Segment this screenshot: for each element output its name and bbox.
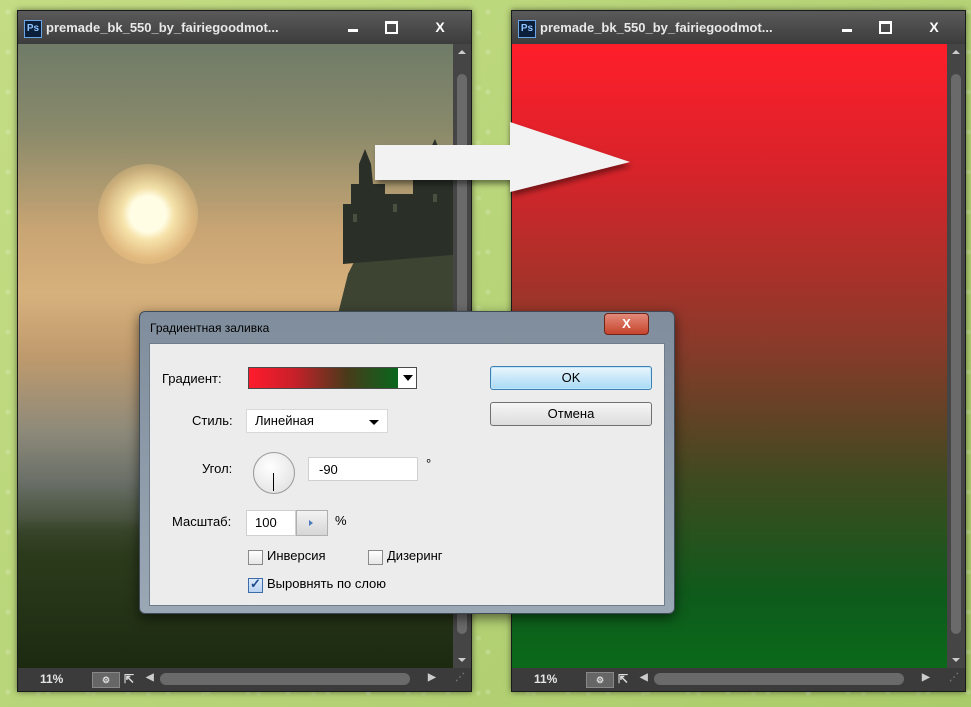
minimize-button[interactable] — [833, 17, 861, 37]
scroll-left-icon[interactable]: ◀ — [640, 672, 648, 683]
align-with-layer-label[interactable]: Выровнять по слою — [267, 576, 386, 591]
reverse-label[interactable]: Инверсия — [267, 548, 326, 563]
status-bar: 11% ⚙ ⇱ ◀ ▶ ⋰ — [18, 668, 471, 691]
angle-dial[interactable] — [253, 452, 295, 494]
cancel-button[interactable]: Отмена — [490, 402, 652, 426]
zoom-level[interactable]: 11% — [534, 672, 557, 686]
scroll-right-icon[interactable]: ▶ — [428, 672, 436, 683]
scale-input[interactable]: 100 — [246, 510, 296, 536]
percent-unit: % — [335, 513, 347, 528]
scroll-right-icon[interactable]: ▶ — [922, 672, 930, 683]
arrow-right-icon — [375, 122, 630, 192]
export-icon[interactable]: ⇱ — [124, 672, 138, 686]
vertical-scrollbar[interactable] — [947, 44, 965, 668]
angle-label: Угол: — [202, 461, 233, 476]
close-button[interactable]: X — [911, 17, 957, 37]
close-button[interactable]: X — [417, 17, 463, 37]
scroll-down-icon[interactable] — [952, 658, 960, 662]
gradient-fill-dialog[interactable]: Градиентная заливка X Градиент: Стиль: Л… — [139, 311, 675, 614]
resize-grip-icon[interactable]: ⋰ — [455, 672, 469, 686]
reverse-checkbox[interactable] — [248, 550, 263, 565]
scroll-thumb[interactable] — [951, 74, 961, 634]
window-titlebar[interactable]: Ps premade_bk_550_by_fairiegoodmot... X — [18, 11, 471, 44]
status-info-icon[interactable]: ⚙ — [586, 672, 614, 688]
export-icon[interactable]: ⇱ — [618, 672, 632, 686]
minimize-button[interactable] — [339, 17, 367, 37]
horizontal-scroll-thumb[interactable] — [160, 673, 410, 685]
dialog-title: Градиентная заливка — [150, 321, 270, 335]
scroll-up-icon[interactable] — [458, 50, 466, 54]
degree-unit: ° — [426, 456, 432, 471]
ok-button[interactable]: OK — [490, 366, 652, 390]
window-title: premade_bk_550_by_fairiegoodmot... — [46, 20, 279, 35]
gradient-preview[interactable] — [248, 367, 400, 389]
scroll-up-icon[interactable] — [952, 50, 960, 54]
style-select[interactable]: Линейная — [246, 409, 388, 433]
status-bar: 11% ⚙ ⇱ ◀ ▶ ⋰ — [512, 668, 965, 691]
style-label: Стиль: — [192, 413, 233, 428]
resize-grip-icon[interactable]: ⋰ — [949, 672, 963, 686]
dither-label[interactable]: Дизеринг — [387, 548, 443, 563]
window-title: premade_bk_550_by_fairiegoodmot... — [540, 20, 773, 35]
scale-value: 100 — [255, 515, 277, 530]
gradient-label: Градиент: — [162, 371, 222, 386]
scroll-left-icon[interactable]: ◀ — [146, 672, 154, 683]
window-titlebar[interactable]: Ps premade_bk_550_by_fairiegoodmot... X — [512, 11, 965, 44]
scale-label: Масштаб: — [172, 514, 232, 529]
photoshop-icon: Ps — [518, 20, 536, 38]
angle-value: -90 — [319, 462, 338, 477]
style-value: Линейная — [255, 413, 314, 428]
dialog-close-button[interactable]: X — [604, 313, 649, 335]
photoshop-icon: Ps — [24, 20, 42, 38]
chevron-down-icon — [369, 420, 379, 425]
scroll-down-icon[interactable] — [458, 658, 466, 662]
dither-checkbox[interactable] — [368, 550, 383, 565]
horizontal-scroll-thumb[interactable] — [654, 673, 904, 685]
dialog-body: Градиент: Стиль: Линейная Угол: -90 ° Ма… — [149, 343, 665, 606]
gradient-dropdown-icon[interactable] — [398, 367, 417, 389]
zoom-level[interactable]: 11% — [40, 672, 63, 686]
maximize-button[interactable] — [377, 17, 405, 37]
scale-slider-button[interactable] — [296, 510, 328, 536]
sun-glow — [98, 164, 198, 264]
status-info-icon[interactable]: ⚙ — [92, 672, 120, 688]
angle-input[interactable]: -90 — [308, 457, 418, 481]
maximize-button[interactable] — [871, 17, 899, 37]
align-with-layer-checkbox[interactable] — [248, 576, 263, 593]
